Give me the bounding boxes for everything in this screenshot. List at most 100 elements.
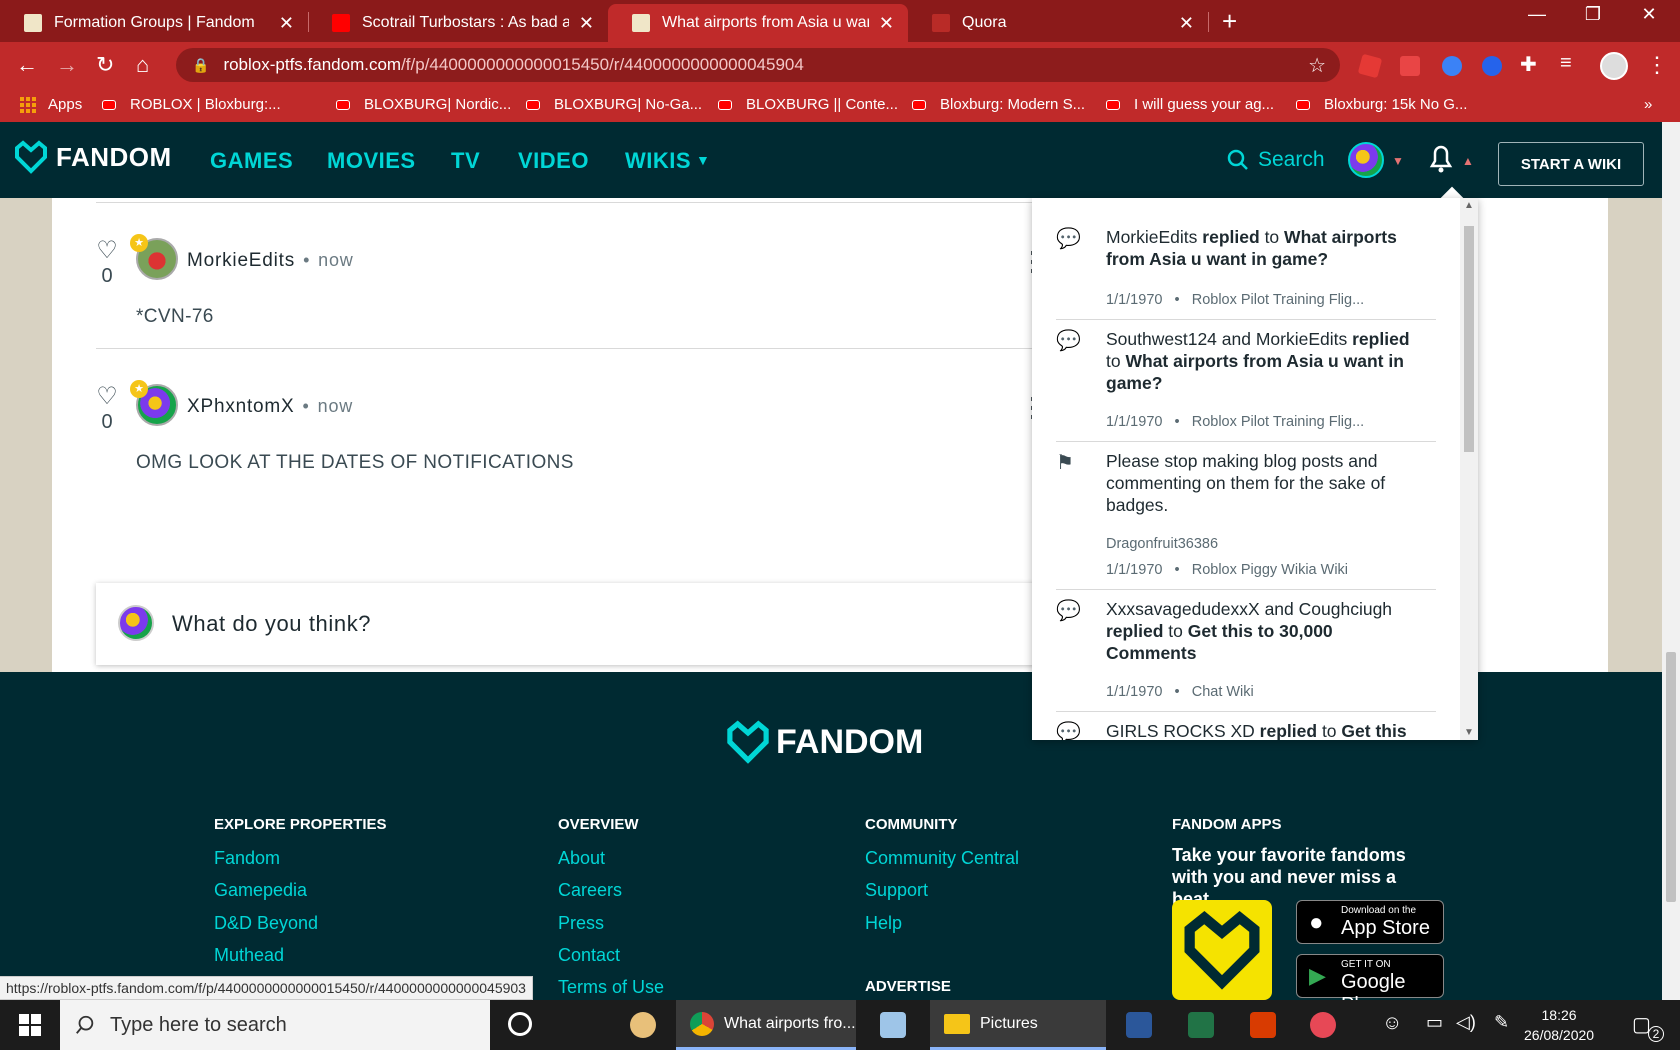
tab-formation-groups[interactable]: Formation Groups | Fandom ✕ (0, 4, 308, 42)
nav-movies[interactable]: MOVIES (327, 148, 416, 174)
start-a-wiki-button[interactable]: START A WIKI (1498, 142, 1644, 186)
google-play-button[interactable]: ▶ GET IT ON Google Play (1296, 954, 1444, 1000)
close-tab-icon[interactable]: ✕ (1179, 13, 1194, 34)
nav-games[interactable]: GAMES (210, 148, 293, 174)
comment-author[interactable]: MorkieEdits • now (187, 250, 354, 272)
cortana-icon[interactable] (508, 1012, 532, 1036)
scroll-up-icon[interactable]: ▲ (1464, 200, 1474, 211)
dropdown-scrollbar-thumb[interactable] (1464, 226, 1474, 452)
globe-extension-icon[interactable] (1442, 56, 1462, 76)
word-app-icon[interactable] (1126, 1012, 1152, 1038)
bell-icon[interactable] (1428, 142, 1454, 174)
footer-link-community-central[interactable]: Community Central (865, 848, 1019, 869)
user-avatar[interactable] (1348, 142, 1384, 178)
close-tab-icon[interactable]: ✕ (279, 13, 294, 34)
dropdown-scrollbar[interactable]: ▲ ▼ (1460, 198, 1478, 740)
search-icon (76, 1015, 94, 1034)
forward-icon[interactable]: → (56, 52, 78, 78)
bookmark-item[interactable]: Bloxburg: Modern S... (912, 96, 1085, 113)
minimize-button[interactable]: — (1514, 4, 1560, 25)
tab-scotrail[interactable]: Scotrail Turbostars : As bad as yo ✕ (308, 4, 608, 42)
notification-item[interactable]: 💬 Southwest124 and MorkieEdits replied t… (1056, 320, 1436, 442)
notepad-app-icon[interactable] (880, 1012, 906, 1038)
roblox-extension-icon[interactable] (1357, 53, 1383, 79)
new-tab-button[interactable]: + (1222, 6, 1237, 37)
reply-input[interactable]: What do you think? (96, 583, 1046, 665)
taskbar-explorer[interactable]: Pictures (930, 1000, 1106, 1050)
bookmark-apps[interactable]: Apps (20, 96, 82, 113)
people-icon[interactable]: ☺ (1382, 1012, 1402, 1035)
footer-link-fandom[interactable]: Fandom (214, 848, 280, 869)
volume-icon[interactable]: ◁) (1456, 1012, 1476, 1033)
compass-extension-icon[interactable] (1482, 56, 1502, 76)
bookmark-item[interactable]: ROBLOX | Bloxburg:... (102, 96, 281, 113)
restore-button[interactable]: ❐ (1570, 4, 1616, 25)
bookmark-label: BLOXBURG || Conte... (746, 96, 899, 113)
footer-link-support[interactable]: Support (865, 880, 928, 901)
bookmark-item[interactable]: BLOXBURG| No-Ga... (526, 96, 702, 113)
footer-link-muthead[interactable]: Muthead (214, 945, 284, 966)
footer-link-terms[interactable]: Terms of Use (558, 977, 664, 998)
comment-author[interactable]: XPhxntomX • now (187, 396, 353, 418)
nav-tv[interactable]: TV (451, 148, 480, 174)
bookmarks-overflow-button[interactable]: » (1644, 96, 1652, 113)
menu-kebab-icon[interactable]: ⋮ (1646, 52, 1668, 78)
close-tab-icon[interactable]: ✕ (879, 13, 894, 34)
home-icon[interactable]: ⌂ (136, 52, 149, 78)
bpm-extension-icon[interactable] (1400, 56, 1420, 76)
media-controls-icon[interactable]: ≡ (1560, 52, 1572, 75)
app-store-button[interactable]: ● Download on the App Store (1296, 900, 1444, 944)
pen-icon[interactable]: ✎ (1494, 1012, 1509, 1033)
network-icon[interactable]: ▭ (1426, 1012, 1443, 1033)
notification-text: MorkieEdits replied to What airports fro… (1106, 226, 1426, 270)
nav-video[interactable]: VIDEO (518, 148, 589, 174)
taskbar-search-input[interactable]: Type here to search (60, 1000, 490, 1050)
close-window-button[interactable]: ✕ (1626, 4, 1672, 25)
windows-start-icon[interactable] (19, 1014, 41, 1036)
office-app-icon[interactable] (1250, 1012, 1276, 1038)
nav-wikis[interactable]: WIKIS (625, 148, 691, 174)
notification-item[interactable]: 💬 MorkieEdits replied to What airports f… (1056, 218, 1436, 320)
bookmark-item[interactable]: Bloxburg: 15k No G... (1296, 96, 1467, 113)
footer-link-about[interactable]: About (558, 848, 605, 869)
reload-icon[interactable]: ↻ (96, 52, 114, 78)
user-menu-chevron-icon[interactable]: ▼ (1392, 154, 1404, 168)
bookmark-star-icon[interactable]: ☆ (1308, 53, 1326, 78)
system-clock[interactable]: 18:26 26/08/2020 (1524, 1005, 1594, 1045)
search-button[interactable]: Search (1226, 148, 1325, 172)
notification-item[interactable]: ⚑ Please stop making blog posts and comm… (1056, 442, 1436, 590)
bookmark-item[interactable]: BLOXBURG || Conte... (718, 96, 898, 113)
tab-quora[interactable]: Quora ✕ (908, 4, 1208, 42)
taskbar-chrome[interactable]: What airports fro... (676, 1000, 856, 1050)
bookmark-item[interactable]: BLOXBURG| Nordic... (336, 96, 511, 113)
fandom-logo[interactable]: FANDOM (14, 140, 172, 174)
excel-app-icon[interactable] (1188, 1012, 1214, 1038)
footer-link-help[interactable]: Help (865, 913, 902, 934)
lock-icon[interactable]: 🔒 (192, 57, 209, 74)
notification-item[interactable]: 💬 XxxsavagedudexxX and Coughciugh replie… (1056, 590, 1436, 712)
tab-airports-active[interactable]: What airports from Asia u want in ✕ (608, 4, 908, 42)
scrollbar-thumb[interactable] (1666, 652, 1676, 902)
like-button[interactable]: ♡ 0 (92, 236, 122, 288)
footer-link-contact[interactable]: Contact (558, 945, 620, 966)
footer-link-press[interactable]: Press (558, 913, 604, 934)
back-icon[interactable]: ← (16, 52, 38, 78)
scroll-down-icon[interactable]: ▼ (1464, 727, 1474, 738)
notifications-caret-icon[interactable]: ▲ (1462, 154, 1474, 168)
address-bar[interactable]: 🔒 roblox-ptfs.fandom.com/f/p/44000000000… (176, 48, 1340, 82)
profile-avatar-icon[interactable] (1600, 52, 1628, 80)
page-scrollbar[interactable] (1662, 122, 1680, 1000)
snip-app-icon[interactable] (1310, 1012, 1336, 1038)
chevron-down-icon[interactable]: ▼ (696, 152, 710, 168)
like-button[interactable]: ♡ 0 (92, 382, 122, 434)
paint-app-icon[interactable] (630, 1012, 656, 1038)
footer-link-careers[interactable]: Careers (558, 880, 622, 901)
bookmark-item[interactable]: I will guess your ag... (1106, 96, 1274, 113)
footer-link-gamepedia[interactable]: Gamepedia (214, 880, 307, 901)
extensions-puzzle-icon[interactable]: ✚ (1520, 52, 1537, 77)
fandom-app-icon[interactable] (1172, 900, 1272, 1000)
close-tab-icon[interactable]: ✕ (579, 13, 594, 34)
notification-item[interactable]: 💬 GIRLS ROCKS XD replied to Get this (1056, 712, 1436, 740)
footer-logo[interactable]: FANDOM (726, 720, 923, 764)
footer-link-dnd-beyond[interactable]: D&D Beyond (214, 913, 318, 934)
